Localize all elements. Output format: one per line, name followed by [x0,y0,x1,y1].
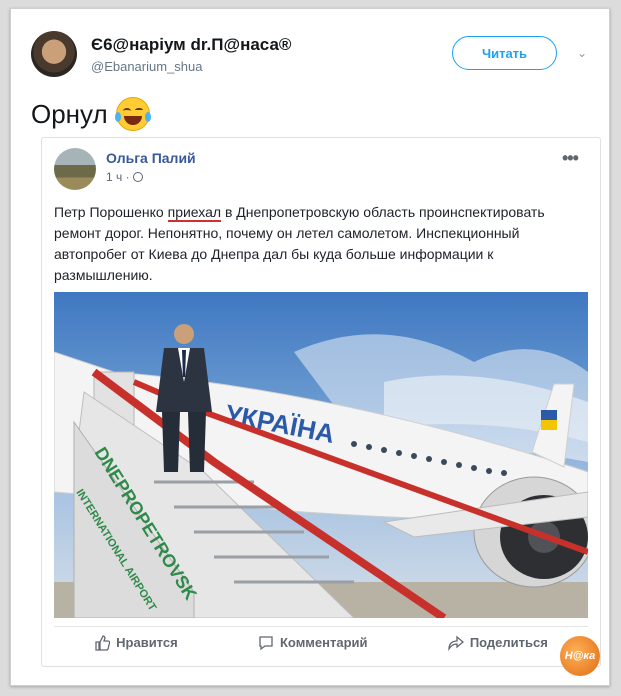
tweet-text-content: Орнул [31,98,108,129]
fb-time-text: 1 ч · [106,170,130,184]
avatar[interactable] [31,31,77,77]
site-watermark-logo: Н@ка [560,636,600,676]
fb-timestamp[interactable]: 1 ч · [106,170,143,184]
share-label: Поделиться [469,635,548,650]
fb-text-before: Петр Порошенко [54,204,168,220]
author-name[interactable]: Є6@наріум dr.П@наса® [91,35,291,55]
more-options-icon[interactable]: ••• [562,148,579,169]
comment-icon [259,635,273,650]
chevron-down-icon[interactable]: ⌄ [577,47,589,59]
like-button[interactable]: Нравится [94,634,178,651]
fb-post-text: Петр Порошенко приехал в Днепропетровску… [54,202,594,286]
tweet-card: Є6@наріум dr.П@наса® @Ebanarium_shua Чит… [10,8,610,686]
comment-button[interactable]: Комментарий [258,635,368,651]
airplane-photo-illustration: УКРАЇНА DNEPROPETROVSK INTERNATIONAL AIR… [54,324,588,618]
post-photo[interactable]: УКРАЇНА DNEPROPETROVSK INTERNATIONAL AIR… [54,292,588,618]
like-label: Нравится [116,635,178,650]
fb-text-underlined: приехал [167,204,222,222]
embedded-facebook-post: Ольга Палий 1 ч · ••• Петр Порошенко при… [41,137,601,667]
screenshot-frame: Є6@наріум dr.П@наса® @Ebanarium_shua Чит… [0,0,621,696]
author-handle[interactable]: @Ebanarium_shua [91,59,202,74]
share-button[interactable]: Поделиться [448,635,548,651]
tweet-text: Орнул [31,97,151,131]
fb-avatar[interactable] [54,148,96,190]
fb-author-name[interactable]: Ольга Палий [106,150,196,166]
tears-of-joy-icon [114,97,151,131]
globe-icon [132,172,143,182]
share-icon [448,635,464,651]
comment-label: Комментарий [279,635,368,650]
follow-button[interactable]: Читать [452,36,557,70]
fb-action-bar: Нравится Комментарий Поделиться [54,626,588,658]
thumbs-up-icon [95,634,111,651]
